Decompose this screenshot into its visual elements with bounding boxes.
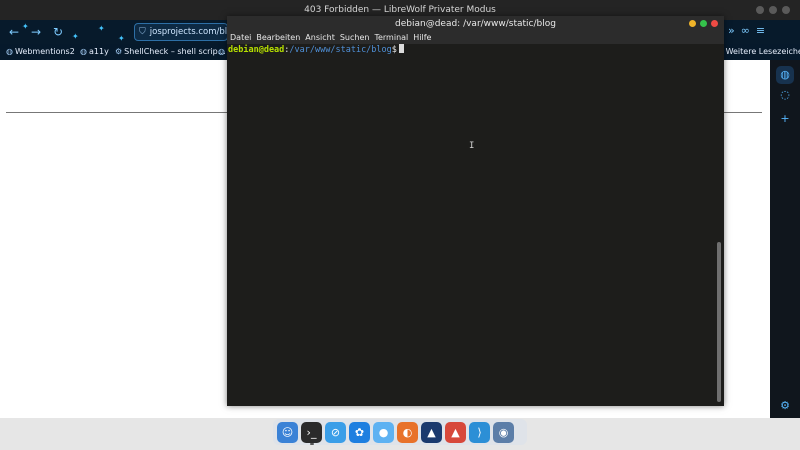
- vscode-icon[interactable]: ⟩: [469, 421, 490, 443]
- reload-button[interactable]: ↻: [50, 24, 66, 40]
- browser-minimize-button[interactable]: [756, 6, 764, 14]
- bookmark-item[interactable]: ⚙ ShellCheck – shell scrip…: [115, 44, 226, 60]
- puzzle-icon[interactable]: ✿: [349, 421, 370, 443]
- bookmark-label: Webmentions2: [14, 47, 75, 56]
- sync-icon[interactable]: ◌: [778, 88, 792, 102]
- bookmark-label: a11y: [88, 47, 109, 56]
- terminal-icon[interactable]: ›_: [301, 421, 322, 443]
- add-icon[interactable]: +: [778, 112, 792, 126]
- bookmark-label: Weitere Lesezeichen: [725, 47, 800, 56]
- sparkle-decoration: ✦: [118, 34, 125, 43]
- browser-window-title: 403 Forbidden — LibreWolf Privater Modus: [304, 5, 496, 15]
- ibeam-cursor-icon: I: [469, 141, 475, 151]
- bookmark-label: ShellCheck – shell scrip…: [124, 47, 226, 56]
- terminal-body[interactable]: debian@dead:/var/www/static/blog$ I: [227, 44, 724, 406]
- dock: ☺ ›_ ⊘ ✿ ● ◐ ▲ ▲ ⟩ ◉: [273, 419, 527, 445]
- browser-close-button[interactable]: [782, 6, 790, 14]
- terminal-scrollbar[interactable]: [717, 242, 721, 402]
- back-button[interactable]: ←: [6, 24, 22, 40]
- globe-icon: ◍: [80, 47, 87, 56]
- prompt-sign: $: [391, 45, 397, 55]
- prompt-path: /var/www/static/blog: [289, 45, 392, 55]
- browser-sidebar: ◍ ◌ + ⚙: [770, 60, 800, 418]
- terminal-menubar: Datei Bearbeiten Ansicht Suchen Terminal…: [227, 32, 724, 44]
- close-button[interactable]: [711, 20, 718, 27]
- forward-arrow-icon: →: [30, 25, 42, 39]
- screenshot-icon[interactable]: ◉: [493, 421, 514, 443]
- forward-button[interactable]: →: [28, 24, 44, 40]
- text-cursor: [398, 44, 404, 53]
- terminal-title: debian@dead: /var/www/static/blog: [395, 19, 556, 29]
- sparkle-decoration: ✦: [22, 22, 29, 31]
- menu-hilfe[interactable]: Hilfe: [413, 32, 431, 44]
- sparkle-decoration: ✦: [98, 24, 105, 33]
- maximize-button[interactable]: [700, 20, 707, 27]
- browser-maximize-button[interactable]: [769, 6, 777, 14]
- globe-icon: ◍: [218, 47, 225, 56]
- firefox-icon[interactable]: ◐: [397, 421, 418, 443]
- overflow-menu-icon[interactable]: »: [728, 24, 735, 37]
- other-bookmarks[interactable]: ▭Weitere Lesezeichen: [716, 44, 800, 60]
- url-bar[interactable]: ⛉ josprojects.com/blo: [134, 23, 228, 41]
- sparkle-decoration: ✦: [72, 32, 79, 41]
- shell-icon: ⚙: [115, 47, 123, 56]
- gear-icon[interactable]: ⚙: [778, 399, 792, 413]
- affinity-publisher-icon[interactable]: ▲: [445, 421, 466, 443]
- menu-bearbeiten[interactable]: Bearbeiten: [256, 32, 300, 44]
- extension-icon[interactable]: ∞: [741, 24, 750, 37]
- minimize-button[interactable]: [689, 20, 696, 27]
- app-menu-icon[interactable]: ≡: [756, 24, 765, 37]
- terminal-titlebar: debian@dead: /var/www/static/blog: [227, 16, 724, 32]
- reload-icon: ↻: [52, 25, 64, 39]
- url-text: josprojects.com/blo: [149, 27, 228, 37]
- back-arrow-icon: ←: [8, 25, 20, 39]
- dock-running-indicator: [310, 443, 314, 445]
- bookmark-item[interactable]: ◍ a11y: [80, 44, 109, 60]
- chat-icon[interactable]: ●: [373, 421, 394, 443]
- menu-datei[interactable]: Datei: [230, 32, 251, 44]
- safari-icon[interactable]: ⊘: [325, 421, 346, 443]
- terminal-window[interactable]: debian@dead: /var/www/static/blog Datei …: [227, 16, 724, 406]
- prompt-line: debian@dead:/var/www/static/blog$: [228, 44, 404, 56]
- browser-window-controls: [756, 0, 790, 14]
- bookmark-item[interactable]: ◍ Webmentions2: [6, 44, 75, 60]
- menu-terminal[interactable]: Terminal: [374, 32, 408, 44]
- terminal-window-controls: [689, 20, 718, 27]
- prompt-user: debian@dead: [228, 45, 285, 55]
- affinity-icon[interactable]: ▲: [421, 421, 442, 443]
- globe-icon[interactable]: ◍: [776, 66, 794, 84]
- toolbar-right-icons: » ∞ ≡: [728, 24, 765, 37]
- menu-suchen[interactable]: Suchen: [340, 32, 370, 44]
- finder-icon[interactable]: ☺: [277, 421, 298, 443]
- menu-ansicht[interactable]: Ansicht: [305, 32, 335, 44]
- globe-icon: ◍: [6, 47, 13, 56]
- bookmark-item[interactable]: ◍: [218, 44, 227, 60]
- shield-icon: ⛉: [139, 27, 146, 37]
